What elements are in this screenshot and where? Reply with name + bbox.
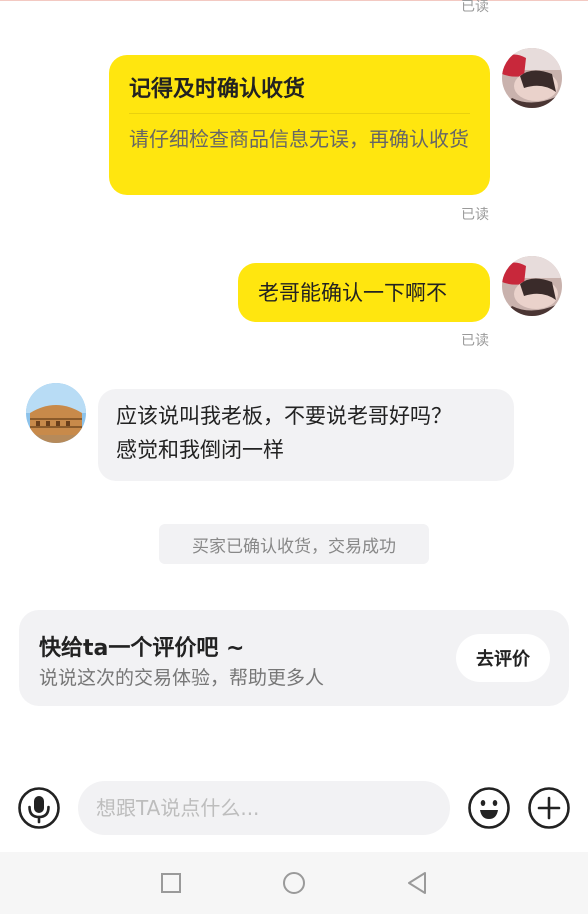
back-icon[interactable]	[404, 870, 430, 896]
system-note: 买家已确认收货，交易成功	[159, 524, 429, 564]
sent-message-bubble[interactable]: 老哥能确认一下啊不	[238, 263, 490, 322]
review-title: 快给ta一个评价吧 ~	[39, 636, 245, 661]
card-divider	[129, 113, 470, 114]
top-divider	[0, 0, 588, 1]
read-status: 已读	[461, 333, 489, 349]
review-subtitle: 说说这次的交易体验，帮助更多人	[39, 667, 325, 689]
plus-icon[interactable]	[527, 786, 571, 830]
confirm-receipt-card[interactable]: 记得及时确认收货 请仔细检查商品信息无误，再确认收货	[109, 55, 490, 195]
message-text: 应该说叫我老板，不要说老哥好吗？感觉和我倒闭一样	[116, 404, 452, 462]
seller-avatar[interactable]	[26, 383, 86, 443]
recent-apps-icon[interactable]	[158, 870, 184, 896]
message-input[interactable]	[78, 781, 450, 835]
home-icon[interactable]	[281, 870, 307, 896]
card-description: 请仔细检查商品信息无误，再确认收货	[129, 127, 469, 151]
input-bar	[0, 770, 588, 850]
system-nav-bar	[0, 852, 588, 914]
chat-screen: 已读 记得及时确认收货 请仔细检查商品信息无误，再确认收货 已读 老哥能确认一下…	[0, 0, 588, 914]
read-status: 已读	[461, 207, 489, 223]
user-avatar[interactable]	[502, 48, 562, 108]
microphone-icon[interactable]	[17, 786, 61, 830]
message-text: 老哥能确认一下啊不	[258, 280, 447, 305]
emoji-icon[interactable]	[467, 786, 511, 830]
review-prompt-card: 快给ta一个评价吧 ~ 说说这次的交易体验，帮助更多人 去评价	[19, 610, 569, 706]
user-avatar[interactable]	[502, 256, 562, 316]
received-message-bubble[interactable]: 应该说叫我老板，不要说老哥好吗？感觉和我倒闭一样	[98, 389, 514, 481]
card-title: 记得及时确认收货	[129, 77, 306, 102]
read-status: 已读	[461, 0, 489, 15]
go-review-button[interactable]: 去评价	[456, 634, 550, 682]
